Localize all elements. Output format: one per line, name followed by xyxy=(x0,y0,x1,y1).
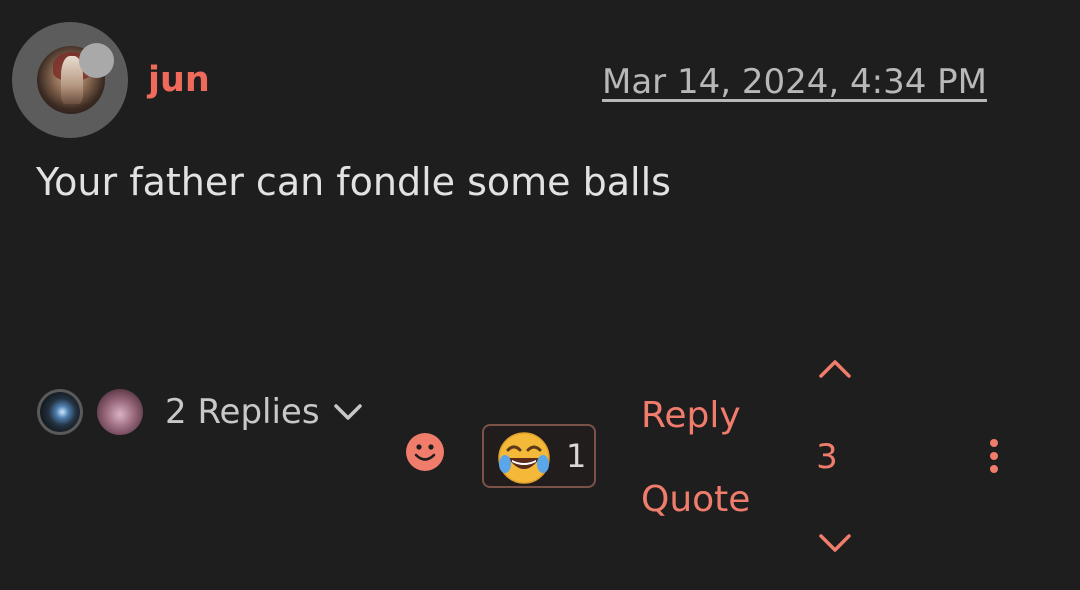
vote-score: 3 xyxy=(816,437,838,477)
post-body: Your father can fondle some balls xyxy=(36,160,671,204)
post-timestamp[interactable]: Mar 14, 2024, 4:34 PM xyxy=(602,60,987,104)
online-status-indicator xyxy=(79,43,114,78)
reply-avatar xyxy=(37,389,83,435)
replies-toggle[interactable]: 2 Replies xyxy=(165,390,320,434)
more-options-icon[interactable] xyxy=(984,438,1004,474)
author-name[interactable]: jun xyxy=(148,58,210,102)
reply-avatar xyxy=(97,389,143,435)
reaction-count: 1 xyxy=(566,437,587,475)
face-with-tears-of-joy-icon xyxy=(498,432,550,484)
smiley-icon[interactable] xyxy=(405,432,445,472)
upvote-chevron-up-icon[interactable] xyxy=(817,356,853,382)
reply-button[interactable]: Reply xyxy=(641,394,741,438)
quote-button[interactable]: Quote xyxy=(641,478,750,522)
downvote-chevron-down-icon[interactable] xyxy=(817,530,853,556)
comment-post: jun Mar 14, 2024, 4:34 PM Your father ca… xyxy=(0,0,1080,590)
chevron-down-icon[interactable] xyxy=(332,398,364,426)
